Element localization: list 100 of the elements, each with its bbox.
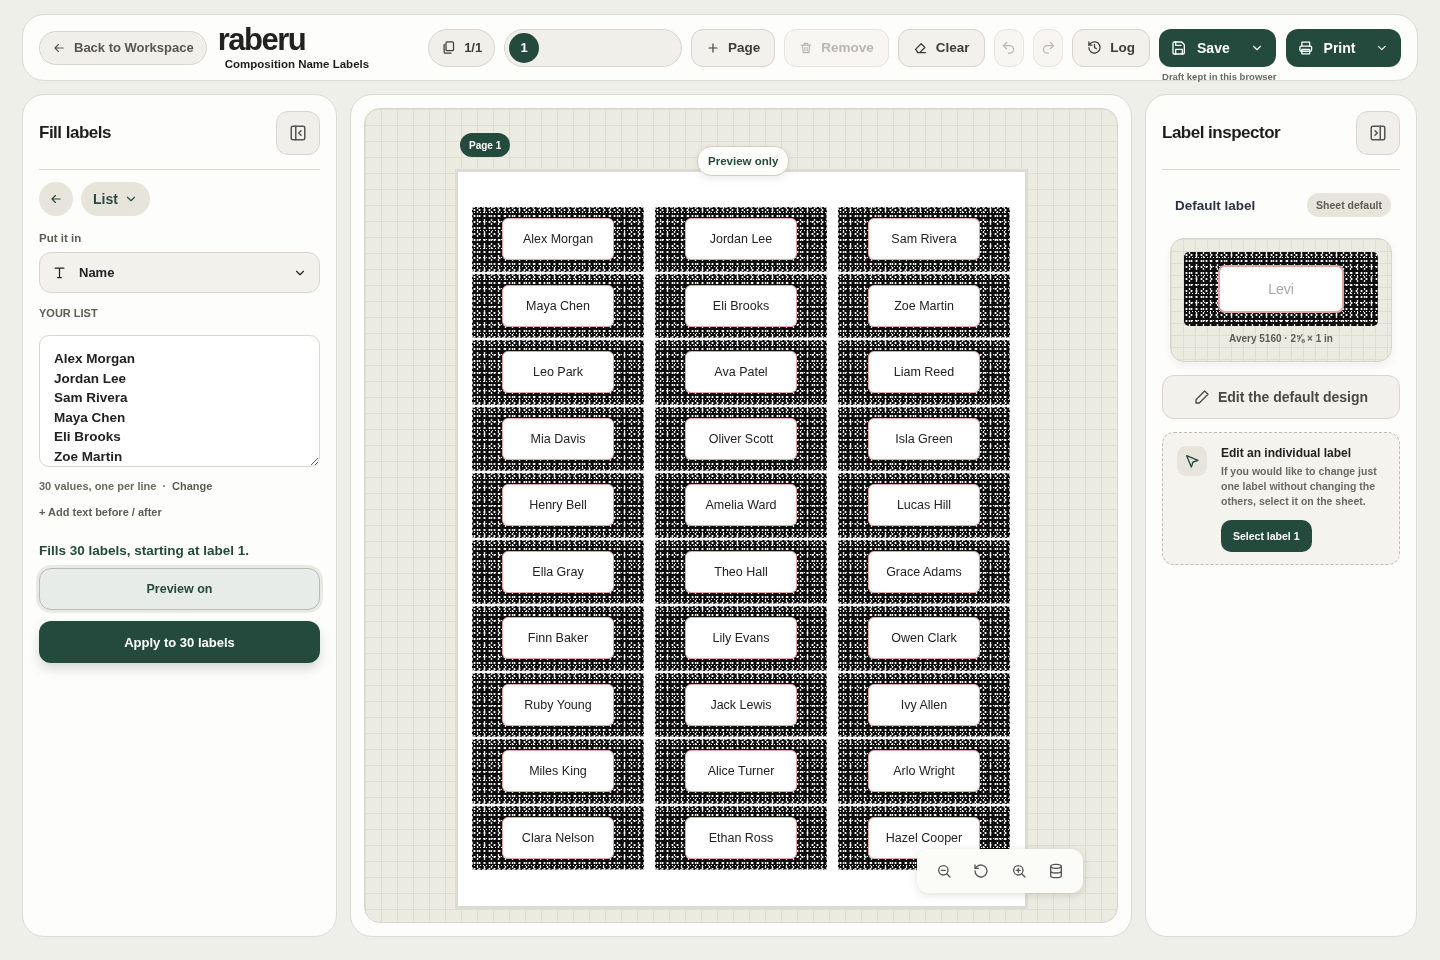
separator-dot: · [162, 480, 167, 492]
sheet-label[interactable]: Ava Patel [655, 340, 827, 405]
pages-icon [441, 40, 457, 55]
sheet-label[interactable]: Arlo Wright [838, 739, 1010, 804]
printer-icon [1298, 39, 1314, 56]
label-name: Lucas Hill [868, 484, 980, 527]
card-title: Edit an individual label [1221, 446, 1352, 460]
sheet-label[interactable]: Mia Davis [472, 406, 644, 471]
label-name: Leo Park [502, 351, 614, 394]
add-button[interactable]: Page [690, 28, 776, 67]
collapse-panel-button[interactable] [1356, 111, 1400, 155]
sheet-label[interactable]: Henry Bell [472, 473, 644, 538]
label-name: Ava Patel [685, 351, 797, 394]
sheet-label[interactable]: Ruby Young [472, 672, 644, 737]
back-arrow-icon [49, 192, 63, 206]
eraser-icon [912, 40, 928, 55]
label-name: Oliver Scott [685, 417, 797, 460]
back-to-workspace-button[interactable]: Back to Workspace [39, 30, 207, 65]
label-name: Henry Bell [502, 484, 614, 527]
label-name: Grace Adams [868, 550, 980, 593]
mode-dropdown[interactable]: List [81, 182, 150, 216]
logo: raberu [217, 25, 307, 54]
change-link[interactable]: Change [172, 480, 213, 492]
sheet-label[interactable]: Jordan Lee [655, 207, 827, 272]
label-name: Ella Gray [502, 550, 614, 593]
sheet-label[interactable]: Liam Reed [838, 340, 1010, 405]
sheet-label[interactable]: Jack Lewis [655, 672, 827, 737]
sheet-label[interactable]: Ethan Ross [655, 805, 827, 870]
save-button[interactable]: Save [1159, 28, 1276, 67]
sheet-label[interactable]: Eli Brooks [655, 273, 827, 338]
label-name: Jordan Lee [685, 218, 797, 261]
back-button[interactable] [39, 182, 73, 216]
sheet-label[interactable]: Zoe Martin [838, 273, 1010, 338]
label-name: Ruby Young [502, 683, 614, 726]
label-name: Miles King [502, 750, 614, 793]
edit-default-design-button[interactable]: Edit the default design [1162, 375, 1400, 419]
sheet-label[interactable]: Theo Hall [655, 539, 827, 604]
pencil-icon [1193, 389, 1210, 405]
redo-icon [1040, 40, 1056, 55]
sheet-label[interactable]: Lily Evans [655, 606, 827, 671]
label-name: Hazel Cooper [868, 816, 980, 859]
log-button[interactable]: Log [1072, 28, 1150, 67]
label-name: Owen Clark [868, 617, 980, 660]
sheet-label[interactable]: Ella Gray [472, 539, 644, 604]
sheet-label[interactable]: Sam Rivera [838, 207, 1010, 272]
preview-button[interactable]: Preview on [39, 568, 320, 610]
label-name: Ivy Allen [868, 683, 980, 726]
collapse-panel-icon [1369, 124, 1387, 142]
sheet-label[interactable]: Owen Clark [838, 606, 1010, 671]
sheet-label[interactable]: Isla Green [838, 406, 1010, 471]
label-name: Sam Rivera [868, 218, 980, 261]
sheet-label[interactable]: Finn Baker [472, 606, 644, 671]
label-name: Isla Green [868, 417, 980, 460]
list-field[interactable]: Alex Morgan Jordan Lee Sam Rivera Maya Chen Eli Brooks Zoe Martin [39, 335, 320, 467]
preview-badge: Preview only [697, 146, 790, 176]
history-icon [1087, 40, 1103, 55]
sheet-label[interactable]: Lucas Hill [838, 473, 1010, 538]
field-label: Put it in [39, 232, 83, 244]
sheet-label[interactable]: Leo Park [472, 340, 644, 405]
panel-title: Label inspector [1162, 123, 1281, 143]
label-name: Maya Chen [502, 284, 614, 327]
fill-summary: Fills 30 labels, starting at label 1. [39, 543, 251, 558]
label-name: Levi [1218, 265, 1344, 313]
trash-icon [799, 40, 814, 55]
panel-title: Fill labels [39, 123, 111, 143]
database-icon [1048, 863, 1065, 879]
sheet-default-badge: Sheet default [1307, 193, 1391, 217]
sheet-label[interactable]: Alice Turner [655, 739, 827, 804]
page-badge: Page 1 [460, 133, 511, 157]
collapse-panel-button[interactable] [276, 111, 320, 155]
clear-button[interactable]: Clear [897, 28, 985, 67]
page-count-button[interactable]: 1/1 [428, 28, 496, 67]
sheet-label[interactable]: Amelia Ward [655, 473, 827, 538]
sheet-label[interactable]: Ivy Allen [838, 672, 1010, 737]
add-text-link[interactable]: + Add text before / after [39, 506, 162, 518]
collapse-panel-icon [289, 124, 307, 142]
label-name: Amelia Ward [685, 484, 797, 527]
apply-button[interactable]: Apply to 30 labels [39, 621, 320, 663]
sheet-label[interactable]: Alex Morgan [472, 207, 644, 272]
page-tab[interactable]: 1 [509, 32, 540, 63]
plus-icon [705, 40, 720, 55]
label-name: Finn Baker [502, 617, 614, 660]
field-select[interactable]: Name [39, 252, 320, 293]
label-name: Zoe Martin [868, 284, 980, 327]
label-name: Alice Turner [685, 750, 797, 793]
label-name: Alex Morgan [502, 218, 614, 261]
sheet-label[interactable]: Maya Chen [472, 273, 644, 338]
label-name: Theo Hall [685, 550, 797, 593]
label-name: Arlo Wright [868, 750, 980, 793]
label-name: Mia Davis [502, 417, 614, 460]
section-label: YOUR LIST [39, 307, 99, 319]
sheet-label[interactable]: Grace Adams [838, 539, 1010, 604]
label-name: Eli Brooks [685, 284, 797, 327]
select-label-button[interactable]: Select label 1 [1221, 520, 1312, 552]
card-text: If you would like to change just one label without changing the others, select it on the sheet. [1221, 464, 1378, 509]
sheet-label[interactable]: Clara Nelson [472, 805, 644, 870]
text-type-icon [52, 265, 67, 280]
sheet-label[interactable]: Miles King [472, 739, 644, 804]
print-button[interactable]: Print [1286, 28, 1401, 67]
sheet-label[interactable]: Oliver Scott [655, 406, 827, 471]
